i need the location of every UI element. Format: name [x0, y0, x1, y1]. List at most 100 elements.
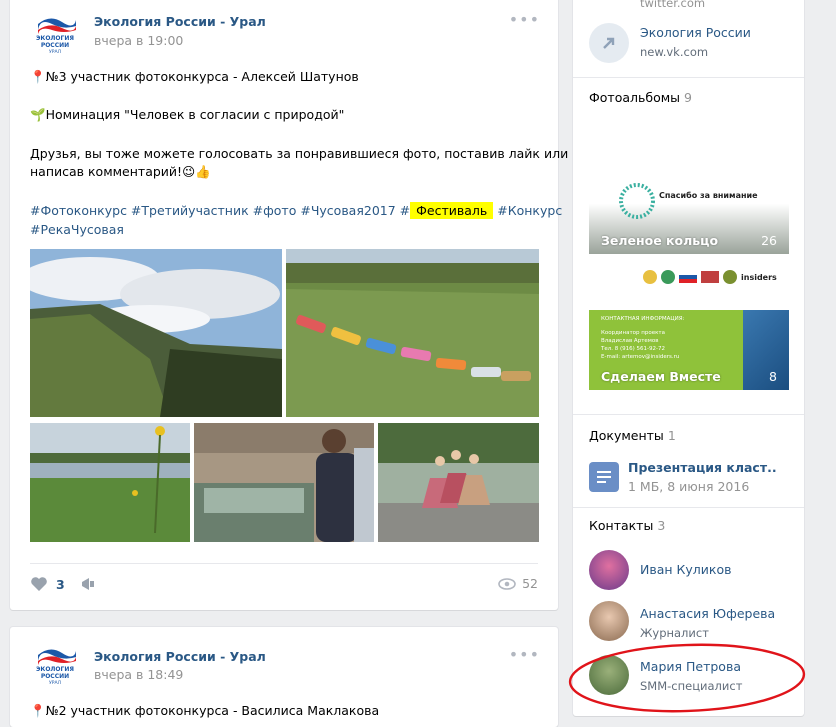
- dancers-photo-icon: [378, 423, 539, 542]
- album-do-together[interactable]: КОНТАКТНАЯ ИНФОРМАЦИЯ: Координатор проек…: [589, 310, 789, 390]
- album-name: Сделаем Вместе: [601, 369, 721, 384]
- post-title-text: №3 участник фотоконкурса - Алексей Шатун…: [45, 69, 359, 84]
- partner-logo-icon: [661, 270, 675, 284]
- pin-icon: 📍: [30, 703, 46, 718]
- hashtags-row-2: #РекаЧусовая: [30, 220, 124, 239]
- partner-logo-icon: [723, 270, 737, 284]
- avatar[interactable]: [589, 550, 629, 590]
- views-count: 52: [522, 576, 538, 591]
- link-url[interactable]: new.vk.com: [640, 45, 708, 59]
- post-photo-1[interactable]: [30, 249, 282, 417]
- contact-name[interactable]: Мария Петрова: [640, 659, 741, 674]
- more-icon[interactable]: •••: [509, 645, 540, 664]
- partner-logo-icon: [643, 270, 657, 284]
- hashtag[interactable]: #: [400, 203, 410, 218]
- post-card: ЭКОЛОГИЯ РОССИИ УРАЛ Экология России - У…: [10, 0, 568, 610]
- album-count: 8: [769, 369, 777, 384]
- river-photo-icon: [30, 423, 190, 542]
- post-photo-2[interactable]: [286, 249, 539, 417]
- link-url-top[interactable]: twitter.com: [640, 0, 705, 10]
- logo-text-2: РОССИИ: [41, 673, 69, 680]
- post-line-title: 📍№3 участник фотоконкурса - Алексей Шату…: [30, 67, 359, 86]
- people-photo-icon: [194, 423, 374, 542]
- share-arrow-icon[interactable]: [589, 23, 629, 63]
- group-logo-icon: ЭКОЛОГИЯ РОССИИ УРАЛ: [36, 18, 76, 55]
- post-photo-5[interactable]: [378, 423, 539, 542]
- more-icon[interactable]: •••: [509, 10, 540, 29]
- document-name[interactable]: Презентация класт..: [628, 460, 777, 475]
- album-caption: Спасибо за внимание: [659, 191, 758, 200]
- water-pattern-icon: [743, 310, 789, 390]
- hashtag[interactable]: #Третийучастник: [131, 203, 249, 218]
- contacts-header[interactable]: Контакты 3: [589, 518, 665, 533]
- like-count: 3: [56, 576, 65, 592]
- post-line-title: 📍№2 участник фотоконкурса - Василиса Мак…: [30, 701, 379, 720]
- avatar[interactable]: [589, 601, 629, 641]
- document-meta: 1 МБ, 8 июня 2016: [628, 479, 750, 494]
- albums-header[interactable]: Фотоальбомы 9: [589, 90, 692, 105]
- like-button[interactable]: 3: [30, 576, 65, 592]
- hashtag[interactable]: #Фотоконкурс: [30, 203, 127, 218]
- hashtag[interactable]: #Чусовая2017: [300, 203, 395, 218]
- contact-name[interactable]: Иван Куликов: [640, 562, 731, 577]
- insiders-logo-text: insiders: [741, 272, 777, 282]
- contacts-title: Контакты: [589, 518, 654, 533]
- post-line-body: Друзья, вы тоже можете голосовать за пон…: [30, 146, 569, 161]
- logo-text-2: РОССИИ: [41, 42, 69, 49]
- views-counter: 52: [498, 576, 538, 591]
- album-caption-line: Координатор проекта: [601, 330, 666, 336]
- post-time[interactable]: вчера в 19:00: [94, 33, 183, 48]
- group-avatar[interactable]: ЭКОЛОГИЯ РОССИИ УРАЛ: [30, 639, 80, 689]
- albums-count: 9: [684, 90, 692, 105]
- contact-name[interactable]: Анастасия Юферева: [640, 606, 775, 621]
- sidebar: twitter.com Экология России new.vk.com Ф…: [573, 0, 804, 716]
- avatar[interactable]: [589, 655, 629, 695]
- partner-logos-strip[interactable]: insiders: [643, 268, 789, 286]
- heart-icon: [31, 577, 47, 591]
- hashtag[interactable]: #Конкурс: [497, 203, 562, 218]
- post-body-text: написав комментарий!: [30, 164, 183, 179]
- share-button[interactable]: [80, 576, 96, 596]
- partner-logo-icon: [701, 271, 719, 283]
- group-logo-icon: ЭКОЛОГИЯ РОССИИ УРАЛ: [36, 649, 76, 686]
- craft-boats-photo-icon: [286, 249, 539, 417]
- albums-title: Фотоальбомы: [589, 90, 681, 105]
- link-title[interactable]: Экология России: [640, 25, 751, 40]
- post-author[interactable]: Экология России - Урал: [94, 649, 266, 664]
- document-icon[interactable]: [589, 462, 619, 492]
- documents-title: Документы: [589, 428, 664, 443]
- hashtag[interactable]: #РекаЧусовая: [30, 222, 124, 237]
- contact-role: Журналист: [640, 626, 709, 640]
- group-avatar[interactable]: ЭКОЛОГИЯ РОССИИ УРАЛ: [30, 8, 80, 58]
- thumbs-up-emoji-icon: 👍: [195, 164, 211, 179]
- sprout-icon: 🌱: [30, 107, 46, 122]
- eye-icon: [498, 577, 516, 590]
- hashtag[interactable]: #фото: [253, 203, 297, 218]
- contact-role: SMM-специалист: [640, 679, 743, 693]
- album-caption-line: Тел. 8 (916) 561-92-72: [601, 346, 666, 352]
- logo-text-1: ЭКОЛОГИЯ: [36, 666, 74, 673]
- flag-icon: [679, 271, 697, 283]
- album-caption-line: E-mail: artemov@insiders.ru: [601, 354, 680, 360]
- separator: [573, 77, 804, 78]
- post-line-body2: написав комментарий!😉👍: [30, 162, 211, 181]
- documents-header[interactable]: Документы 1: [589, 428, 676, 443]
- album-green-ring[interactable]: Спасибо за внимание Зеленое кольцо 26: [589, 170, 789, 254]
- highlighted-hashtag[interactable]: Фестиваль: [410, 202, 494, 219]
- post-title-text: №2 участник фотоконкурса - Василиса Макл…: [45, 703, 380, 718]
- documents-count: 1: [667, 428, 676, 443]
- post-photo-3[interactable]: [30, 423, 190, 542]
- contacts-count: 3: [657, 518, 666, 533]
- album-count: 26: [761, 233, 777, 248]
- post-photo-4[interactable]: [194, 423, 374, 542]
- wink-emoji-icon: 😉: [182, 164, 196, 179]
- separator: [573, 507, 804, 508]
- album-caption: КОНТАКТНАЯ ИНФОРМАЦИЯ:: [601, 316, 685, 322]
- album-caption-block: КОНТАКТНАЯ ИНФОРМАЦИЯ: Координатор проек…: [601, 315, 684, 361]
- logo-text-3: УРАЛ: [49, 49, 61, 55]
- landscape-photo-icon: [30, 249, 282, 417]
- logo-text-3: УРАЛ: [49, 680, 61, 686]
- post-time[interactable]: вчера в 18:49: [94, 667, 183, 682]
- album-name: Зеленое кольцо: [601, 233, 719, 248]
- post-author[interactable]: Экология России - Урал: [94, 14, 266, 29]
